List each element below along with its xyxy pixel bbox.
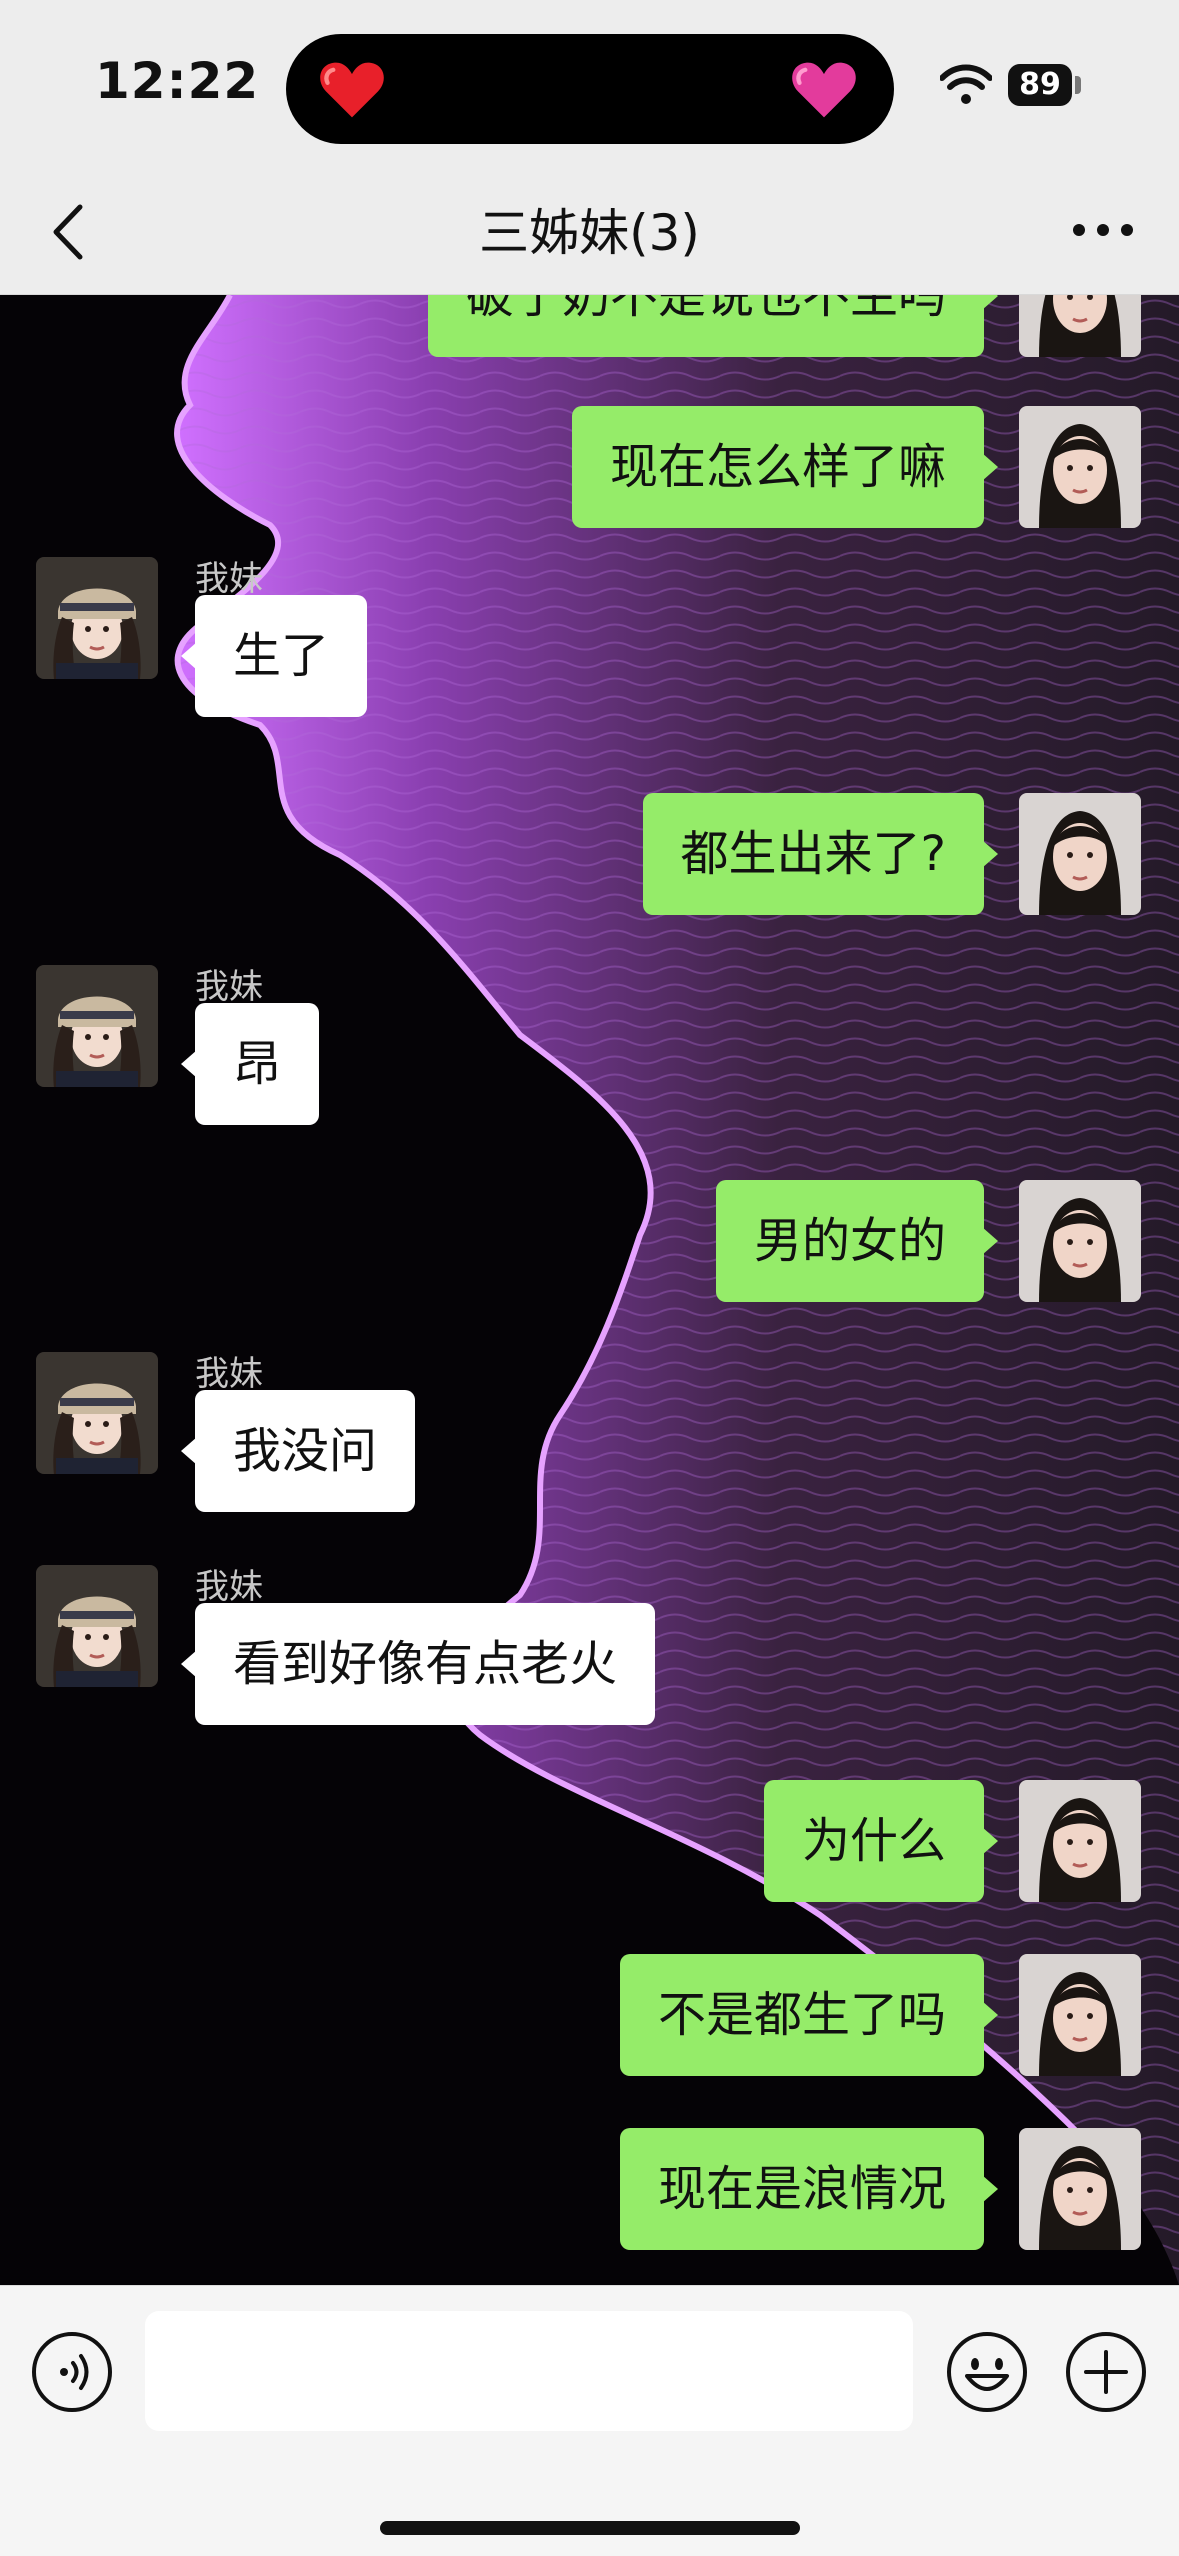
red-heart-icon: [320, 62, 384, 118]
pink-heart-icon: [792, 62, 856, 118]
message-row: 男的女的: [0, 1180, 1179, 1302]
outgoing-message-bubble[interactable]: 现在是浪情况: [619, 2128, 999, 2250]
wifi-icon: [940, 64, 992, 104]
incoming-message-bubble[interactable]: 昂: [180, 1003, 320, 1125]
my-avatar[interactable]: [1019, 1780, 1141, 1902]
message-row: 我妹 昂: [0, 965, 1179, 1125]
message-input-bar: [0, 2285, 1179, 2556]
outgoing-message-bubble[interactable]: 都生出来了?: [642, 793, 999, 915]
status-bar: 12:22 89: [0, 0, 1179, 175]
message-row: 我妹 生了: [0, 557, 1179, 717]
chat-header: 三姊妹(3): [0, 175, 1179, 295]
message-row: 现在怎么样了嘛: [0, 406, 1179, 528]
incoming-message-bubble[interactable]: 我没问: [180, 1390, 416, 1512]
sender-avatar[interactable]: [36, 1565, 158, 1687]
chat-area[interactable]: 破了奶不是说也不生吗 现在怎么样了嘛 我妹 生了 都生出来了? 我妹 昂 男的女…: [0, 295, 1179, 2285]
outgoing-message-bubble[interactable]: 现在怎么样了嘛: [571, 406, 999, 528]
my-avatar[interactable]: [1019, 295, 1141, 357]
incoming-message-bubble[interactable]: 看到好像有点老火: [180, 1603, 656, 1725]
sender-avatar[interactable]: [36, 557, 158, 679]
message-row: 为什么: [0, 1780, 1179, 1902]
message-input[interactable]: [145, 2311, 913, 2431]
my-avatar[interactable]: [1019, 793, 1141, 915]
message-row: 我妹 看到好像有点老火: [0, 1565, 1179, 1725]
sender-name: 我妹: [195, 559, 263, 599]
plus-icon[interactable]: [1064, 2330, 1148, 2414]
more-dots-icon[interactable]: [1067, 205, 1139, 255]
message-row: 不是都生了吗: [0, 1954, 1179, 2076]
chat-title: 三姊妹(3): [479, 204, 700, 262]
my-avatar[interactable]: [1019, 406, 1141, 528]
voice-icon[interactable]: [30, 2330, 114, 2414]
incoming-message-bubble[interactable]: 生了: [180, 595, 368, 717]
message-row: 都生出来了?: [0, 793, 1179, 915]
my-avatar[interactable]: [1019, 2128, 1141, 2250]
home-indicator[interactable]: [380, 2521, 800, 2535]
battery-level: 89: [1008, 64, 1072, 106]
status-time: 12:22: [95, 52, 260, 110]
sender-name: 我妹: [195, 1567, 263, 1607]
my-avatar[interactable]: [1019, 1954, 1141, 2076]
outgoing-message-bubble[interactable]: 男的女的: [715, 1180, 999, 1302]
sender-name: 我妹: [195, 967, 263, 1007]
sender-avatar[interactable]: [36, 965, 158, 1087]
dynamic-island: [286, 34, 894, 144]
battery-cap: [1075, 76, 1081, 94]
sender-avatar[interactable]: [36, 1352, 158, 1474]
outgoing-message-bubble[interactable]: 为什么: [763, 1780, 999, 1902]
message-row: 我妹 我没问: [0, 1352, 1179, 1512]
emoji-icon[interactable]: [945, 2330, 1029, 2414]
my-avatar[interactable]: [1019, 1180, 1141, 1302]
outgoing-message-bubble[interactable]: 不是都生了吗: [619, 1954, 999, 2076]
sender-name: 我妹: [195, 1354, 263, 1394]
message-row: 破了奶不是说也不生吗: [0, 295, 1179, 357]
message-row: 现在是浪情况: [0, 2128, 1179, 2250]
outgoing-message-bubble[interactable]: 破了奶不是说也不生吗: [427, 295, 999, 357]
